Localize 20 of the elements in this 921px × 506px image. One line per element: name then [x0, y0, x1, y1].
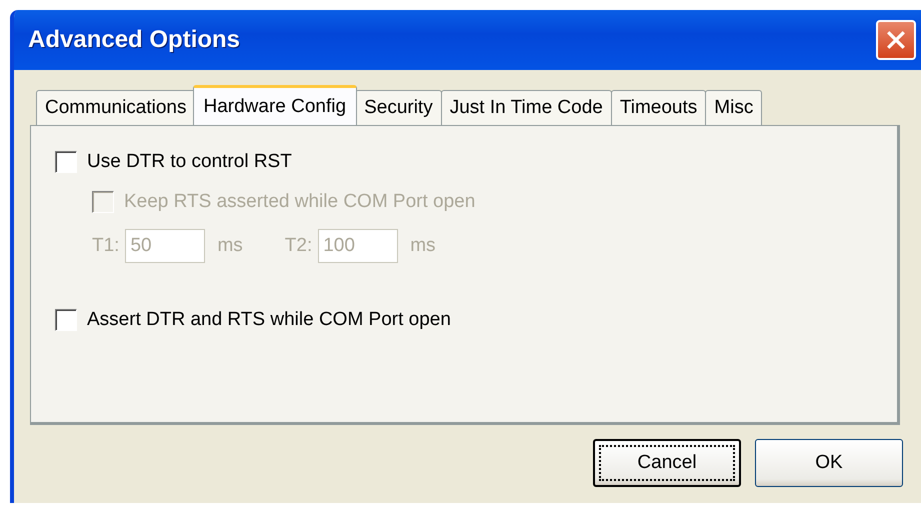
checkbox-label: Assert DTR and RTS while COM Port open	[87, 309, 451, 331]
window-title: Advanced Options	[28, 26, 240, 54]
checkbox-label: Keep RTS asserted while COM Port open	[124, 191, 476, 213]
tab[interactable]: Timeouts	[610, 90, 706, 125]
checkbox[interactable]	[55, 309, 77, 331]
checkbox-label: Use DTR to control RST	[87, 151, 292, 173]
close-icon	[885, 29, 907, 51]
field-label: T1:	[92, 235, 120, 257]
checkbox[interactable]	[55, 151, 77, 173]
dialog-button[interactable]: Cancel	[593, 439, 741, 487]
tab[interactable]: Hardware Config	[192, 85, 358, 125]
tab[interactable]: Security	[355, 90, 442, 125]
close-button[interactable]	[876, 20, 916, 60]
unit-label: ms	[217, 235, 243, 257]
tab[interactable]: Communications	[36, 90, 196, 125]
field-label: T2:	[284, 235, 312, 257]
dialog-button[interactable]: OK	[755, 439, 903, 487]
tab[interactable]: Just In Time Code	[440, 90, 612, 125]
tab[interactable]: Misc	[705, 90, 762, 125]
unit-label: ms	[410, 235, 436, 257]
